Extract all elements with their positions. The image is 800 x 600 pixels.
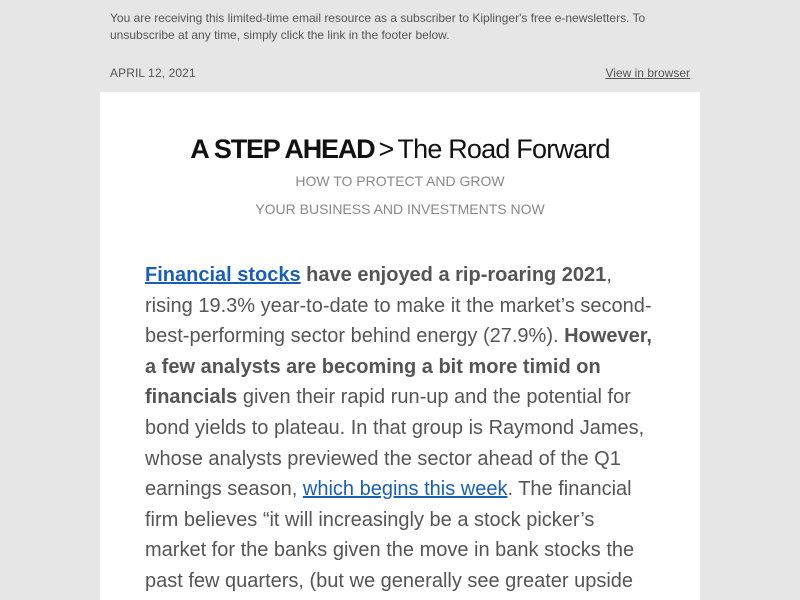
article-paragraph: Financial stocks have enjoyed a rip-roar…: [145, 260, 655, 597]
newsletter-masthead: A STEP AHEAD > The Road Forward: [0, 132, 800, 166]
tagline-line-2: YOUR BUSINESS AND INVESTMENTS NOW: [255, 201, 545, 217]
earnings-season-link[interactable]: which begins this week: [303, 478, 508, 500]
masthead-separator: >: [378, 134, 394, 164]
financial-stocks-link[interactable]: Financial stocks: [145, 264, 301, 286]
issue-date: APRIL 12, 2021: [110, 66, 196, 80]
preheader-text: You are receiving this limited-time emai…: [110, 11, 646, 42]
article-bold-span-1: have enjoyed a rip-roaring 2021: [300, 264, 607, 286]
tagline-line-1: HOW TO PROTECT AND GROW: [295, 173, 505, 189]
masthead-title-light: The Road Forward: [397, 134, 610, 164]
view-in-browser-link[interactable]: View in browser: [606, 66, 690, 80]
masthead-title-bold: A STEP AHEAD: [190, 134, 375, 164]
